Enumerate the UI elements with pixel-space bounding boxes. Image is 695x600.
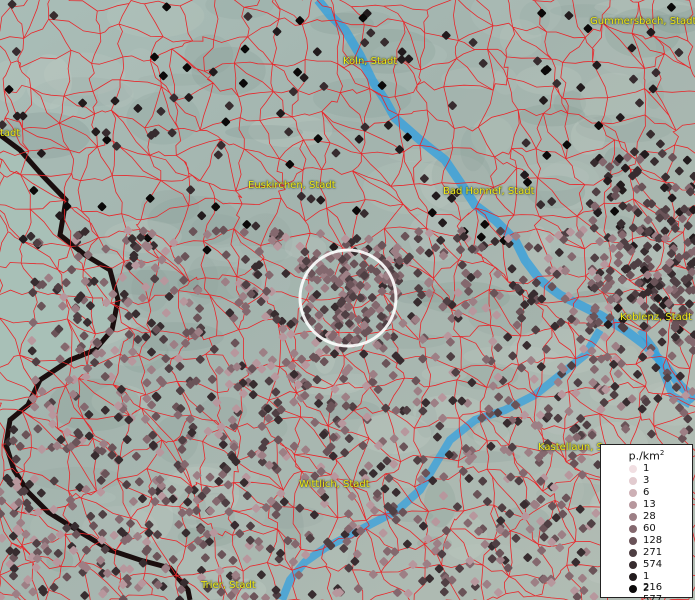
legend-swatch xyxy=(629,489,637,497)
relief-patch xyxy=(187,256,219,306)
legend-label: 28 xyxy=(643,511,656,522)
legend-swatch xyxy=(629,549,637,557)
legend-label: 574 xyxy=(643,559,663,570)
relief-patch xyxy=(460,126,487,172)
legend-title: p./km2 xyxy=(601,449,692,463)
label-stadt-left: tadt xyxy=(0,128,21,139)
map-view[interactable]: Gummersbach, Stadt Köln, Stadt tadt Eusk… xyxy=(0,0,695,600)
label-bad-honnef: Bad Honnef, Stadt xyxy=(443,186,535,197)
label-koeln: Köln, Stadt xyxy=(343,56,398,67)
label-gummersbach: Gummersbach, Stadt xyxy=(590,16,695,27)
relief-patch xyxy=(131,265,170,312)
legend-swatch xyxy=(629,561,637,569)
legend-swatch xyxy=(629,573,637,581)
map-canvas[interactable] xyxy=(0,0,695,600)
relief-patch xyxy=(421,365,468,383)
density-legend: p./km2 1 3 6 13 28 60 128 271 574 1 216 2 577 xyxy=(600,444,693,600)
legend-label: 13 xyxy=(643,499,656,510)
label-trier: Trier, Stadt xyxy=(201,580,256,591)
legend-swatch xyxy=(629,525,637,533)
legend-label: 6 xyxy=(643,487,650,498)
legend-swatch xyxy=(629,585,637,593)
label-euskirchen: Euskirchen, Stadt xyxy=(248,180,336,191)
relief-patch xyxy=(25,54,72,110)
legend-unit: p./km xyxy=(628,449,660,463)
legend-swatch xyxy=(629,501,637,509)
relief-patch xyxy=(493,67,518,95)
legend-unit-sup: 2 xyxy=(659,449,665,457)
label-kastellaun: Kastellaun, S xyxy=(538,442,603,453)
legend-label: 271 xyxy=(643,547,663,558)
legend-label: 60 xyxy=(643,523,656,534)
label-wittlich: Wittlich, Stadt xyxy=(299,479,370,490)
label-koblenz: Koblenz, Stadt xyxy=(620,312,693,323)
legend-label: 3 xyxy=(643,475,650,486)
legend-label: 128 xyxy=(643,535,663,546)
relief-patch xyxy=(424,479,456,528)
legend-swatch xyxy=(629,465,637,473)
legend-swatch xyxy=(629,477,637,485)
legend-label: 1 xyxy=(643,463,650,474)
legend-swatch xyxy=(629,537,637,545)
legend-label: 2 577 xyxy=(643,583,663,600)
legend-swatch xyxy=(629,513,637,521)
relief-patch xyxy=(289,120,368,133)
